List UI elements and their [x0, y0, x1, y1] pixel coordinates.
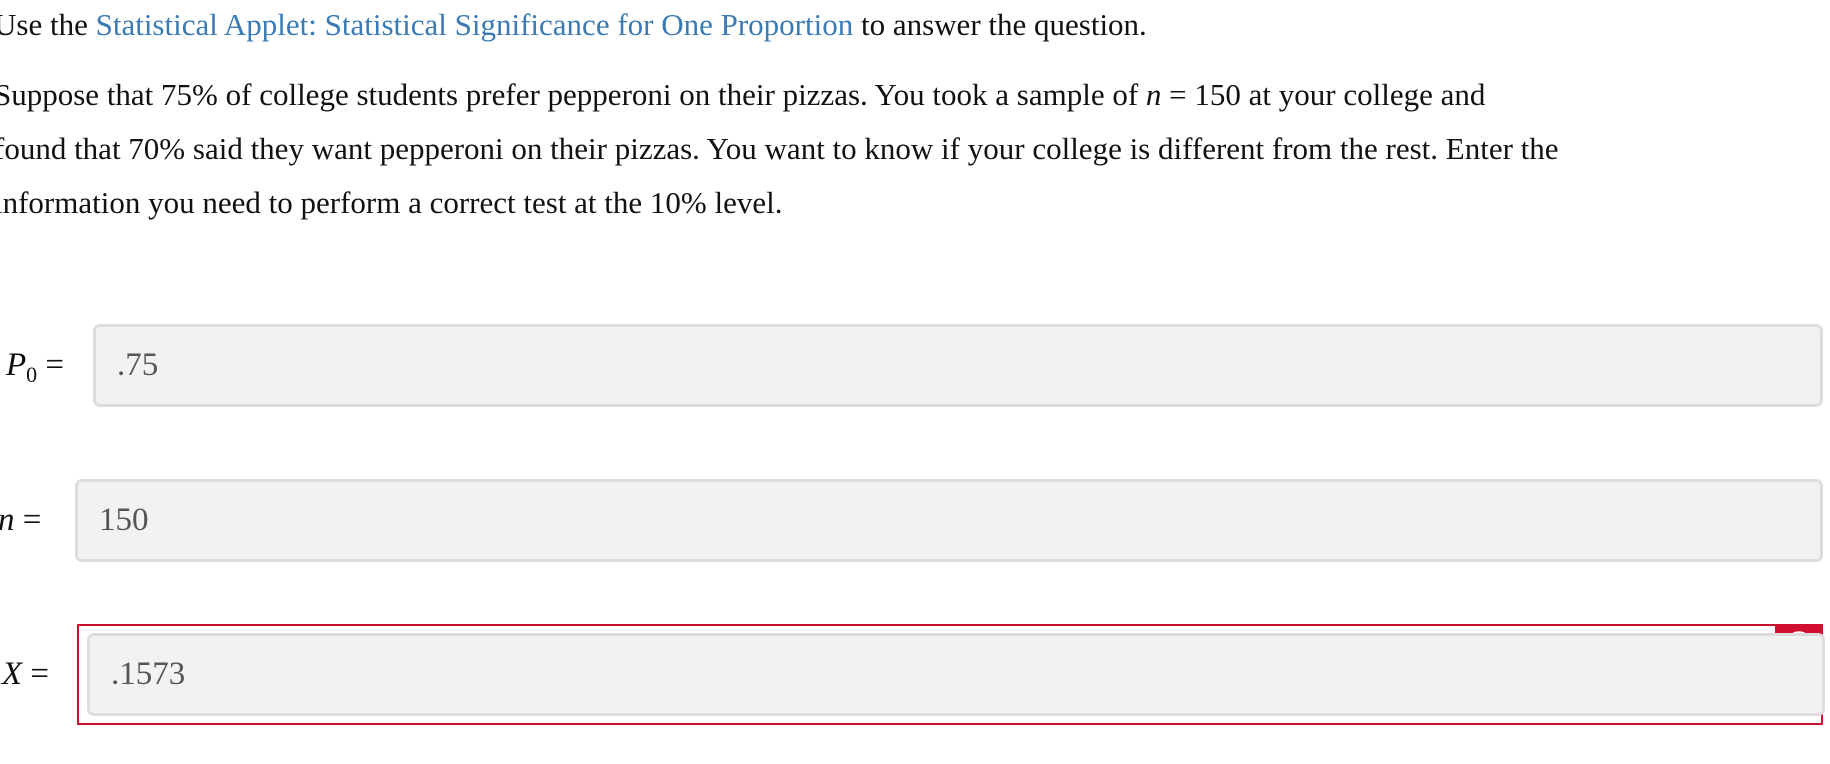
question-text: Suppose that 75% of college students pre…: [0, 68, 1559, 230]
question-line-3: information you need to perform a correc…: [0, 185, 783, 220]
x-input[interactable]: [87, 633, 1825, 716]
question-line-1: Suppose that 75% of college students pre…: [0, 77, 1486, 112]
applet-link[interactable]: Statistical Applet: Statistical Signific…: [96, 7, 854, 42]
p0-input[interactable]: [93, 324, 1823, 407]
question-line-2: found that 70% said they want pepperoni …: [0, 131, 1559, 166]
p0-label: P0 =: [6, 347, 65, 387]
instructions-text: Use the Statistical Applet: Statistical …: [0, 0, 1147, 52]
instructions-prefix: Use the: [0, 7, 96, 42]
instructions-suffix: to answer the question.: [853, 7, 1147, 42]
n-input[interactable]: [75, 479, 1823, 562]
x-label: X =: [2, 656, 50, 692]
variable-n: n: [1145, 77, 1162, 112]
n-label: n =: [0, 502, 42, 538]
